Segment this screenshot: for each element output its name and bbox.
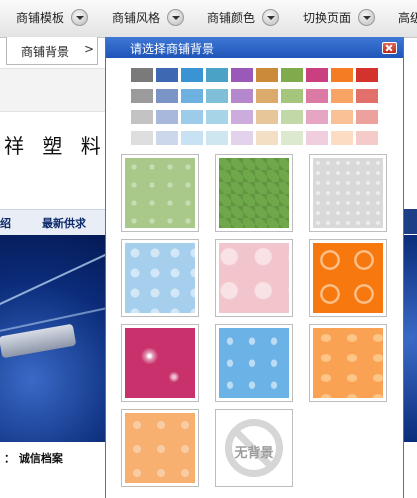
color-swatch[interactable] — [206, 68, 228, 82]
dialog-title: 请选择商铺背景 — [130, 42, 215, 56]
chevron-down-icon[interactable] — [71, 9, 88, 26]
color-swatch[interactable] — [206, 89, 228, 103]
background-option-magenta-sparkle[interactable] — [121, 324, 199, 402]
color-swatch[interactable] — [331, 131, 353, 145]
color-swatch[interactable] — [156, 110, 178, 124]
color-swatch[interactable] — [181, 68, 203, 82]
color-swatch[interactable] — [156, 89, 178, 103]
background-picker-dialog: 请选择商铺背景 无背景 — [105, 37, 404, 498]
no-background-label: 无背景 — [234, 446, 274, 461]
color-swatch[interactable] — [231, 110, 253, 124]
color-swatch[interactable] — [231, 131, 253, 145]
color-swatch[interactable] — [131, 89, 153, 103]
toolbar-shop-template[interactable]: 商铺模板 — [16, 9, 64, 26]
color-swatch[interactable] — [356, 89, 378, 103]
color-swatch[interactable] — [181, 89, 203, 103]
close-icon[interactable] — [382, 42, 397, 54]
color-swatch[interactable] — [306, 131, 328, 145]
color-swatch[interactable] — [131, 110, 153, 124]
color-swatch[interactable] — [256, 68, 278, 82]
color-swatch[interactable] — [281, 89, 303, 103]
color-swatch[interactable] — [281, 68, 303, 82]
background-option-green-diamond-pattern[interactable] — [215, 154, 293, 232]
color-swatch[interactable] — [356, 68, 378, 82]
integrity-record-label[interactable]: ： 诚信档案 — [4, 450, 63, 466]
color-swatch[interactable] — [206, 110, 228, 124]
color-swatch[interactable] — [331, 89, 353, 103]
background-option-pink-floral[interactable] — [215, 239, 293, 317]
color-swatch[interactable] — [331, 68, 353, 82]
background-option-light-gray-pattern[interactable] — [309, 154, 387, 232]
nav-item-latest-supply[interactable]: 最新供求 — [42, 215, 86, 231]
background-option-light-green-pattern[interactable] — [121, 154, 199, 232]
color-swatch[interactable] — [231, 89, 253, 103]
background-option-blue-water-drops[interactable] — [215, 324, 293, 402]
color-swatch[interactable] — [231, 68, 253, 82]
color-swatch[interactable] — [256, 131, 278, 145]
color-swatch[interactable] — [181, 131, 203, 145]
tab-label: 商铺背景 — [21, 45, 70, 59]
color-swatch[interactable] — [131, 131, 153, 145]
toolbar-advanced[interactable]: 高级 — [398, 9, 417, 26]
color-swatch[interactable] — [281, 110, 303, 124]
background-option-orange-ingot-pattern[interactable] — [309, 324, 387, 402]
color-swatch[interactable] — [256, 110, 278, 124]
dialog-titlebar: 请选择商铺背景 — [106, 37, 403, 58]
background-option-no-background[interactable]: 无背景 — [215, 409, 293, 487]
color-swatch[interactable] — [181, 110, 203, 124]
background-option-light-blue-floral[interactable] — [121, 239, 199, 317]
chevron-down-icon[interactable] — [358, 9, 375, 26]
nav-bar-right-edge — [404, 209, 417, 234]
color-swatch[interactable] — [306, 89, 328, 103]
chevron-down-icon[interactable] — [167, 9, 184, 26]
color-swatch[interactable] — [206, 131, 228, 145]
color-swatch[interactable] — [131, 68, 153, 82]
toolbar-switch-page[interactable]: 切换页面 — [303, 9, 351, 26]
background-option-peach-star-pattern[interactable] — [121, 409, 199, 487]
shop-design-toolbar: 商铺模板 商铺风格 商铺颜色 切换页面 高级 — [0, 0, 417, 38]
toolbar-shop-style[interactable]: 商铺风格 — [112, 9, 160, 26]
color-swatch[interactable] — [156, 131, 178, 145]
toolbar-shop-color[interactable]: 商铺颜色 — [207, 9, 255, 26]
shop-banner-right-edge — [404, 235, 417, 442]
chevron-down-icon[interactable] — [262, 9, 279, 26]
color-swatch[interactable] — [306, 68, 328, 82]
color-swatch[interactable] — [281, 131, 303, 145]
nav-item-intro[interactable]: 绍 — [0, 215, 11, 231]
color-swatch[interactable] — [356, 131, 378, 145]
shop-banner-image — [0, 235, 105, 442]
color-swatch[interactable] — [256, 89, 278, 103]
color-swatch[interactable] — [306, 110, 328, 124]
color-swatch[interactable] — [356, 110, 378, 124]
color-swatch[interactable] — [331, 110, 353, 124]
tab-shop-background[interactable]: 商铺背景 > — [6, 37, 98, 65]
chevron-right-icon: > — [84, 42, 95, 56]
background-option-orange-coin-pattern[interactable] — [309, 239, 387, 317]
color-swatch[interactable] — [156, 68, 178, 82]
